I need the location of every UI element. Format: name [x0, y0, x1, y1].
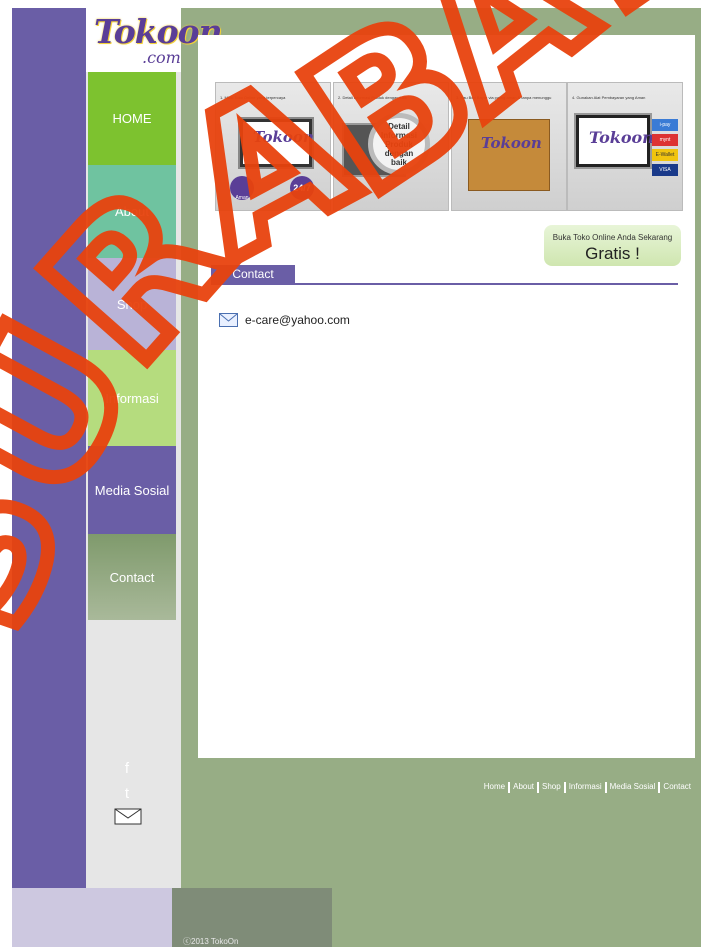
footer-link-media-sosial[interactable]: Media Sosial [610, 782, 656, 793]
box-icon: Tokoon [468, 119, 550, 191]
banner-step-4: 4. Gunakan Alat Pembayaran yang Aman Tok… [567, 82, 683, 211]
banner-step-3: 3. Kau Beri Bayar via paling aman & tanp… [451, 82, 567, 211]
footer-nav: Home About Shop Informasi Media Sosial C… [484, 782, 691, 793]
mail-icon[interactable] [114, 808, 144, 826]
banner-caption: 2. Detail Informasi Produk dengan baik [338, 95, 407, 100]
banner-step-2: 2. Detail Informasi Produk dengan baik D… [333, 82, 449, 211]
nav-label: HOME [112, 111, 152, 126]
24-7-badge-icon: 24/7 [290, 176, 314, 200]
nav-item-media-sosial[interactable]: Media Sosial [88, 446, 176, 534]
copyright-text: ⓒ2013 TokoOn [183, 937, 239, 946]
banner-caption: 4. Gunakan Alat Pembayaran yang Aman [572, 95, 646, 100]
facebook-icon[interactable]: f [110, 760, 144, 777]
contact-email[interactable]: e-care@yahoo.com [219, 313, 350, 327]
nav-label: Informasi [105, 390, 159, 406]
nav-label: About [115, 204, 149, 219]
banner-caption: 1. Miliki Toko Online yang terpercaya [220, 95, 286, 100]
logo-domain: .com [142, 48, 181, 67]
banner-caption: 3. Kau Beri Bayar via paling aman & tanp… [456, 95, 552, 100]
left-color-strip [12, 8, 86, 888]
payment-icons: i-pay mynt E-Wallet VISA [652, 119, 678, 176]
open-store-cta[interactable]: Buka Toko Online Anda Sekarang Gratis ! [544, 225, 681, 266]
banner-logo: Tokoon [481, 134, 542, 152]
monitor-icon: Tokoon [574, 113, 654, 169]
nav-item-about[interactable]: About [88, 165, 176, 258]
nav-item-informasi[interactable]: Informasi [88, 350, 176, 446]
monitor-icon: Tokoon [238, 117, 314, 169]
cta-title: Gratis ! [585, 244, 640, 263]
social-links: f t [110, 760, 150, 831]
nav-label: Shop [116, 296, 148, 312]
footer-link-home[interactable]: Home [484, 782, 505, 793]
nav-label: Media Sosial [94, 482, 170, 498]
cta-subtitle: Buka Toko Online Anda Sekarang [552, 233, 673, 242]
site-logo[interactable]: Tokoon .com [86, 8, 223, 72]
footer-link-shop[interactable]: Shop [542, 782, 561, 793]
footer-link-contact[interactable]: Contact [663, 782, 691, 793]
footer-link-informasi[interactable]: Informasi [569, 782, 602, 793]
email-address[interactable]: e-care@yahoo.com [245, 313, 350, 327]
nav-label: Contact [109, 569, 155, 585]
twitter-icon[interactable]: t [110, 785, 144, 802]
banner-logo: Tokoon [589, 128, 654, 147]
nav-item-home[interactable]: HOME [88, 72, 176, 165]
nav-item-contact[interactable]: Contact [88, 534, 176, 620]
lock-badge-icon: Aman [230, 176, 254, 201]
contact-section-tab: Contact [211, 265, 295, 283]
magnifier-icon: Detail Informasi Produk dengan baik [368, 113, 430, 175]
banner-step-1: 1. Miliki Toko Online yang terpercaya To… [215, 82, 331, 211]
banner-logo: Tokoon [253, 128, 314, 146]
section-divider [211, 283, 678, 285]
email-icon [219, 313, 238, 327]
footer-link-about[interactable]: About [513, 782, 534, 793]
nav-item-shop[interactable]: Shop [88, 258, 176, 350]
footer-block-left [12, 888, 172, 947]
